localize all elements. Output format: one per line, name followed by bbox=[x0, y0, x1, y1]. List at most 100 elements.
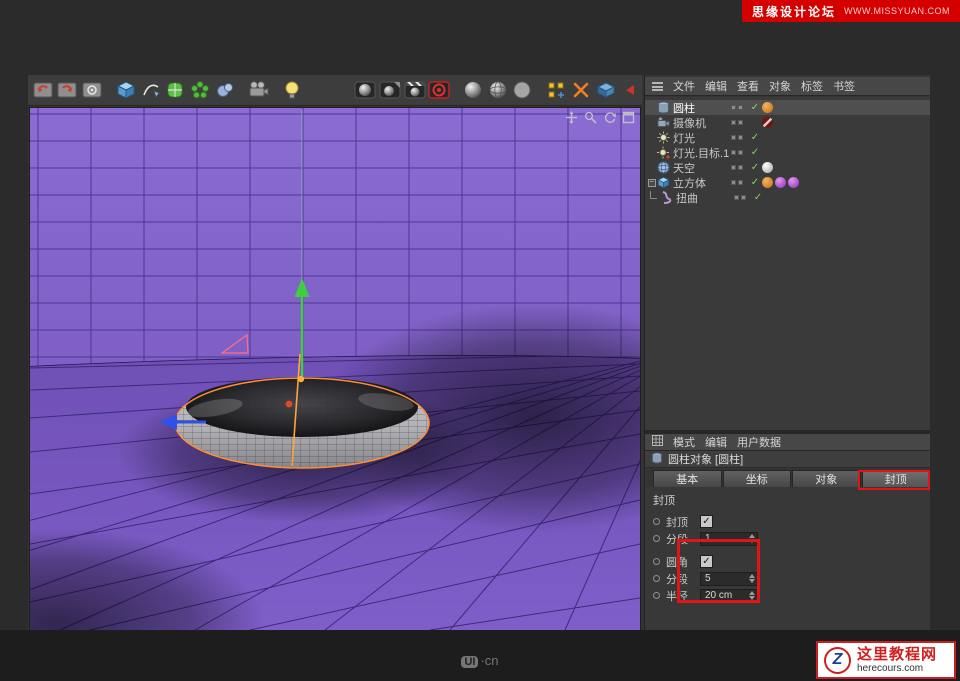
snap-icon[interactable] bbox=[544, 77, 568, 104]
site-logo-domain: herecours.com bbox=[857, 663, 937, 675]
expander-icon[interactable]: − bbox=[647, 179, 656, 187]
tab-object[interactable]: 对象 bbox=[792, 470, 861, 487]
enabled-check-icon[interactable]: ✓ bbox=[751, 192, 765, 203]
collapse-minus-icon[interactable]: − bbox=[648, 179, 656, 187]
stepper-arrows-icon[interactable] bbox=[749, 591, 755, 600]
camera-object-icon bbox=[656, 116, 670, 129]
site-name: 思缘设计论坛 bbox=[752, 3, 836, 20]
protection-tag-icon[interactable] bbox=[762, 117, 773, 128]
fillet-checkbox[interactable]: ✓ bbox=[700, 555, 713, 568]
tab-coordinates[interactable]: 坐标 bbox=[723, 470, 792, 487]
visibility-dots[interactable] bbox=[731, 120, 748, 125]
material-tag-icon[interactable] bbox=[788, 177, 799, 188]
visibility-dots[interactable] bbox=[731, 135, 748, 140]
enabled-check-icon[interactable]: ✓ bbox=[748, 132, 762, 143]
toolbar-spacer bbox=[305, 77, 352, 104]
om-menu-view[interactable]: 查看 bbox=[737, 78, 759, 94]
radius-row: 半径 20 cm bbox=[651, 587, 930, 604]
cap-segments-row: 分段 1 bbox=[651, 530, 930, 547]
visibility-dots[interactable] bbox=[731, 150, 748, 155]
maximize-icon[interactable] bbox=[622, 111, 635, 124]
material-tag-icon[interactable] bbox=[775, 177, 786, 188]
anim-dot[interactable] bbox=[653, 575, 660, 582]
caps-row: 封顶 ✓ bbox=[651, 513, 930, 530]
om-menu-tags[interactable]: 标签 bbox=[801, 78, 823, 94]
am-menu-mode[interactable]: 模式 bbox=[673, 434, 695, 450]
tab-basic[interactable]: 基本 bbox=[653, 470, 722, 487]
phong-tag-icon[interactable] bbox=[762, 177, 773, 188]
axis-lock-icon[interactable] bbox=[569, 77, 593, 104]
visibility-dots[interactable] bbox=[734, 195, 751, 200]
pan-icon[interactable] bbox=[565, 111, 578, 124]
visibility-dots[interactable] bbox=[731, 165, 748, 170]
object-label: 灯光 bbox=[673, 130, 731, 146]
object-row-cube[interactable]: − 立方体 ✓ bbox=[645, 175, 930, 190]
right-panel: 文件 编辑 查看 对象 标签 书签 圆柱 ✓ 摄像机 bbox=[644, 75, 930, 630]
enabled-check-icon[interactable]: ✓ bbox=[748, 162, 762, 173]
om-menu-object[interactable]: 对象 bbox=[769, 78, 791, 94]
object-row-camera[interactable]: 摄像机 bbox=[645, 115, 930, 130]
light-icon[interactable] bbox=[280, 77, 304, 104]
cap-segments-value: 1 bbox=[705, 533, 711, 544]
shading-sphere-3-icon[interactable] bbox=[511, 77, 535, 104]
anim-dot[interactable] bbox=[653, 558, 660, 565]
render-settings-icon[interactable] bbox=[403, 77, 427, 104]
add-cube-icon[interactable] bbox=[114, 77, 138, 104]
om-menu-edit[interactable]: 编辑 bbox=[705, 78, 727, 94]
subdivision-surface-icon[interactable] bbox=[163, 77, 187, 104]
anim-dot[interactable] bbox=[653, 592, 660, 599]
om-menu-file[interactable]: 文件 bbox=[673, 78, 695, 94]
render-view-icon[interactable] bbox=[353, 77, 377, 104]
visibility-dots[interactable] bbox=[731, 180, 748, 185]
material-tag-icon[interactable] bbox=[762, 162, 773, 173]
fillet-segments-row: 分段 5 bbox=[651, 570, 930, 587]
object-row-sky[interactable]: 天空 ✓ bbox=[645, 160, 930, 175]
object-row-twist[interactable]: 扭曲 ✓ bbox=[645, 190, 930, 205]
fillet-segments-field[interactable]: 5 bbox=[700, 572, 758, 586]
enabled-check-icon[interactable]: ✓ bbox=[748, 147, 762, 158]
panel-menu-icon[interactable] bbox=[652, 82, 663, 91]
stepper-arrows-icon[interactable] bbox=[749, 534, 755, 543]
fillet-segments-label: 分段 bbox=[666, 571, 692, 587]
phong-tag-icon[interactable] bbox=[762, 102, 773, 113]
redo-icon[interactable] bbox=[56, 77, 80, 104]
caps-label: 封顶 bbox=[666, 514, 692, 530]
workplane-icon[interactable] bbox=[594, 77, 618, 104]
zoom-icon[interactable] bbox=[584, 111, 597, 124]
shading-sphere-1-icon[interactable] bbox=[461, 77, 485, 104]
metaball-icon[interactable] bbox=[213, 77, 237, 104]
interactive-render-icon[interactable] bbox=[427, 77, 451, 104]
array-icon[interactable] bbox=[188, 77, 212, 104]
object-row-light[interactable]: 灯光 ✓ bbox=[645, 130, 930, 145]
enabled-check-icon[interactable]: ✓ bbox=[748, 102, 762, 113]
viewport-canvas[interactable] bbox=[30, 108, 640, 630]
object-row-cylinder[interactable]: 圆柱 ✓ bbox=[645, 100, 930, 115]
anim-dot[interactable] bbox=[653, 518, 660, 525]
tab-caps[interactable]: 封顶 bbox=[862, 470, 931, 487]
3d-viewport[interactable] bbox=[30, 108, 640, 630]
undo-icon[interactable] bbox=[31, 77, 55, 104]
caps-checkbox[interactable]: ✓ bbox=[700, 515, 713, 528]
spline-pen-icon[interactable] bbox=[139, 77, 163, 104]
enabled-check-icon[interactable]: ✓ bbox=[748, 177, 762, 188]
radius-field[interactable]: 20 cm bbox=[700, 589, 758, 603]
am-menu-userdata[interactable]: 用户数据 bbox=[737, 434, 781, 450]
grid-icon[interactable] bbox=[652, 435, 663, 449]
light-object-icon bbox=[656, 131, 670, 144]
picture-viewer-icon[interactable] bbox=[378, 77, 402, 104]
anim-dot[interactable] bbox=[653, 535, 660, 542]
rotate-icon[interactable] bbox=[603, 111, 616, 124]
cap-segments-field[interactable]: 1 bbox=[700, 532, 758, 546]
stepper-arrows-icon[interactable] bbox=[749, 574, 755, 583]
shading-sphere-2-icon[interactable] bbox=[486, 77, 510, 104]
om-menu-bookmarks[interactable]: 书签 bbox=[833, 78, 855, 94]
am-menu-edit[interactable]: 编辑 bbox=[705, 434, 727, 450]
camera-icon[interactable] bbox=[247, 77, 271, 104]
cap-segments-label: 分段 bbox=[666, 531, 692, 547]
sky-icon bbox=[656, 161, 670, 174]
object-row-light-target[interactable]: 灯光.目标.1 ✓ bbox=[645, 145, 930, 160]
deformed-cylinder-object[interactable] bbox=[175, 377, 429, 468]
collapse-panel-icon[interactable] bbox=[618, 77, 642, 104]
history-icon[interactable] bbox=[80, 77, 104, 104]
visibility-dots[interactable] bbox=[731, 105, 748, 110]
